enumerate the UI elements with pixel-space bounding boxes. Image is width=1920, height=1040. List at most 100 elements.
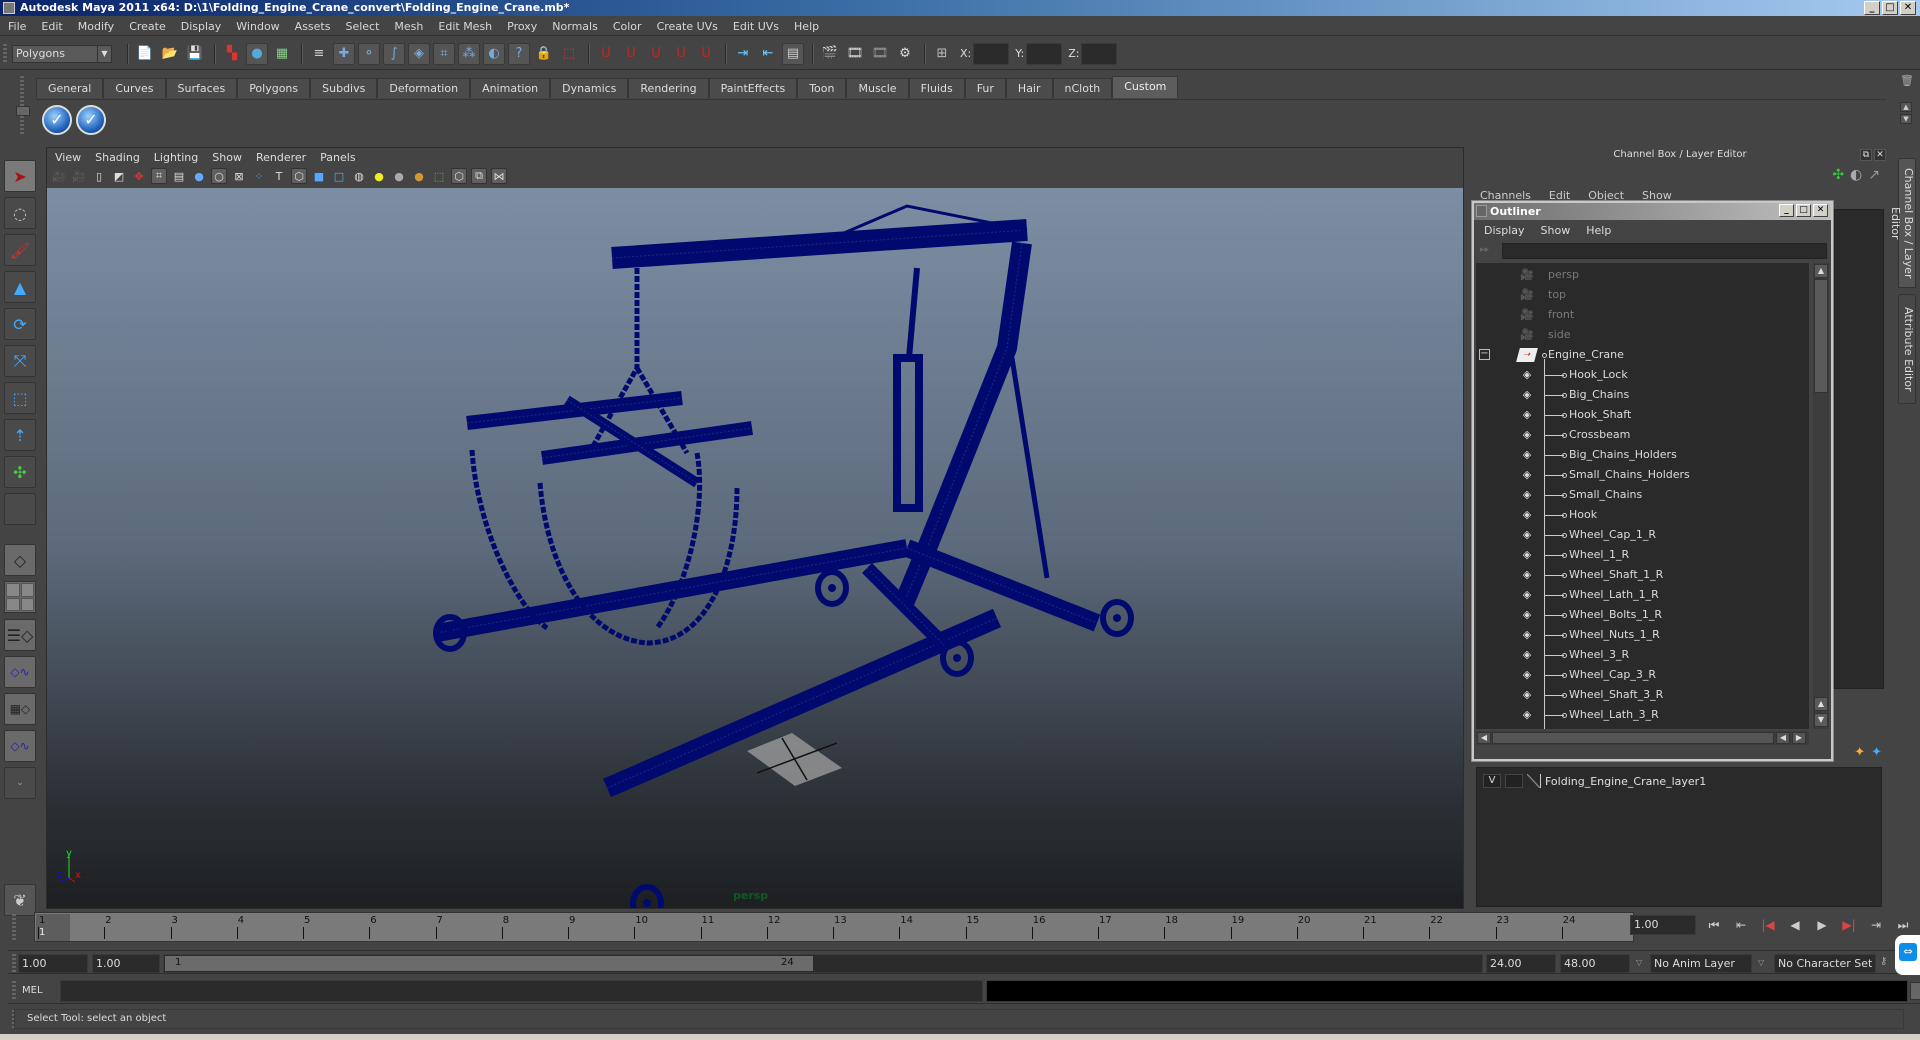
outliner-item-camera[interactable]: 🎥 persp — [1476, 265, 1806, 285]
viewport-menu-panels[interactable]: Panels — [320, 151, 355, 164]
shelf-tab-rendering[interactable]: Rendering — [628, 78, 709, 98]
viewport-menu-shading[interactable]: Shading — [95, 151, 140, 164]
layout-menu-icon[interactable]: ⌄ — [4, 767, 36, 799]
show-manipulator-tool-icon[interactable]: ✣ — [4, 456, 36, 488]
time-slider-grip[interactable] — [12, 914, 16, 942]
close-button[interactable]: ✕ — [1900, 1, 1916, 15]
outliner-close-button[interactable]: ✕ — [1813, 204, 1828, 217]
outliner-item-mesh[interactable]: ◈ Wheel_3_R — [1476, 645, 1806, 665]
key-icon[interactable]: ⚷ — [1880, 956, 1887, 967]
outliner-item-mesh[interactable]: ◈ Big_Chains_Holders — [1476, 445, 1806, 465]
select-by-hierarchy-icon[interactable]: ▚ — [221, 43, 243, 65]
scroll-down-icon[interactable]: ▼ — [1900, 114, 1912, 124]
lasso-tool-icon[interactable]: ◌ — [4, 197, 36, 229]
menu-proxy[interactable]: Proxy — [507, 20, 537, 33]
camera-attributes-icon[interactable]: 🎥 — [71, 168, 87, 184]
check-icon[interactable]: ✓ — [42, 104, 72, 135]
menu-normals[interactable]: Normals — [552, 20, 598, 33]
range-grip[interactable] — [12, 954, 16, 972]
bookmark-icon[interactable]: ▯ — [91, 168, 107, 184]
outliner-item-mesh[interactable]: ◈ Wheel_Lath_1_R — [1476, 585, 1806, 605]
playback-end-field[interactable]: 24.00 — [1486, 954, 1556, 973]
chevron-down-icon[interactable]: ▽ — [1758, 958, 1764, 967]
shelf-tab-dynamics[interactable]: Dynamics — [550, 78, 629, 98]
outliner-item-mesh[interactable]: ◈ Wheel_Shaft_1_R — [1476, 565, 1806, 585]
step-forward-key-icon[interactable]: ▶| — [1839, 915, 1859, 935]
x-input[interactable] — [973, 42, 1010, 65]
safe-title-icon[interactable]: T — [271, 168, 287, 184]
z-input[interactable] — [1081, 42, 1118, 65]
maximize-button[interactable]: □ — [1882, 1, 1898, 15]
status-line-grip[interactable] — [3, 44, 7, 64]
shelf-tab-fur[interactable]: Fur — [964, 78, 1006, 98]
select-surfaces-icon[interactable]: ◈ — [408, 42, 430, 65]
persp-graph-layout-icon[interactable]: ◇∿ — [4, 656, 36, 688]
four-view-layout-icon[interactable] — [4, 581, 36, 613]
construction-history-icon[interactable]: ▤ — [782, 42, 804, 65]
layer-row[interactable]: V Folding_Engine_Crane_layer1 — [1483, 774, 1706, 788]
shelf-tab-ncloth[interactable]: nCloth — [1052, 78, 1113, 98]
select-handles-icon[interactable]: ✚ — [333, 42, 355, 65]
select-tool-icon[interactable]: ➤ — [4, 160, 36, 192]
safe-action-icon[interactable]: ⁘ — [251, 168, 267, 184]
paint-select-tool-icon[interactable]: 🖌 — [4, 234, 36, 266]
outliner-item-mesh[interactable]: ◈ Wheel_1_R — [1476, 545, 1806, 565]
isolate-select-icon[interactable]: ⬚ — [431, 168, 447, 184]
range-slider-thumb[interactable]: 1 24 — [165, 956, 813, 971]
outliner-filter-input[interactable] — [1502, 243, 1827, 259]
outliner-item-mesh[interactable]: ◈ Wheel_Bolts_1_R — [1476, 605, 1806, 625]
last-used-tool-icon[interactable] — [4, 493, 36, 525]
xray-icon[interactable]: ⬡ — [451, 168, 467, 184]
filter-toggle-icon[interactable]: ▸▸ — [1480, 245, 1494, 257]
outliner-item-mesh[interactable]: ◈ Wheel_Cap_3_R — [1476, 665, 1806, 685]
menu-mesh[interactable]: Mesh — [394, 20, 423, 33]
mask-filter-icon[interactable]: ≡ — [308, 43, 330, 65]
close-panel-icon[interactable]: ✕ — [1874, 149, 1886, 161]
field-chart-icon[interactable]: ⊠ — [231, 168, 247, 184]
current-time-field[interactable]: 1.00 — [1630, 915, 1696, 935]
character-set-dropdown[interactable]: No Character Set — [1774, 954, 1876, 973]
outliner-maximize-button[interactable]: □ — [1796, 204, 1811, 217]
step-back-key-icon[interactable]: |◀ — [1758, 915, 1778, 935]
outliner-item-group[interactable]: − ➝ Engine_Crane — [1476, 345, 1806, 365]
render-settings-icon[interactable]: ⚙ — [894, 43, 916, 65]
menu-modify[interactable]: Modify — [78, 20, 114, 33]
render-current-frame-icon[interactable]: 🎞 — [844, 43, 866, 65]
play-forwards-icon[interactable]: ▶ — [1812, 915, 1832, 935]
outliner-vertical-scrollbar[interactable]: ▲ ▲ ▼ — [1813, 263, 1829, 729]
shelf-tab-hair[interactable]: Hair — [1005, 78, 1053, 98]
engine-crane-wireframe-model[interactable] — [47, 188, 1463, 908]
outliner-menu-show[interactable]: Show — [1541, 224, 1571, 237]
tool-settings-icon[interactable]: ↗ — [1868, 167, 1880, 183]
check-icon[interactable]: ✓ — [76, 104, 106, 135]
layer-visibility-toggle[interactable]: V — [1483, 774, 1501, 788]
remote-control-widget[interactable]: ⇔ — [1895, 935, 1920, 975]
menu-display[interactable]: Display — [181, 20, 222, 33]
shelf-tab-subdivs[interactable]: Subdivs — [310, 78, 378, 98]
select-by-component-icon[interactable]: ▦ — [271, 43, 293, 65]
play-backwards-icon[interactable]: ◀ — [1785, 915, 1805, 935]
tab-channel-box-layer-editor[interactable]: Channel Box / Layer Editor — [1889, 158, 1916, 288]
open-scene-icon[interactable]: 📂 — [159, 43, 181, 65]
shelf-tab-muscle[interactable]: Muscle — [846, 78, 909, 98]
viewport-menu-renderer[interactable]: Renderer — [256, 151, 306, 164]
teamviewer-icon[interactable]: ⇔ — [1899, 943, 1917, 961]
rotate-tool-icon[interactable]: ⟳ — [4, 308, 36, 340]
outliner-item-camera[interactable]: 🎥 top — [1476, 285, 1806, 305]
scale-tool-icon[interactable]: ⤧ — [4, 345, 36, 377]
chevron-down-icon[interactable]: ▽ — [1636, 958, 1642, 967]
shelf-tab-surfaces[interactable]: Surfaces — [165, 78, 238, 98]
select-by-object-icon[interactable]: ● — [246, 42, 268, 65]
menu-edit-mesh[interactable]: Edit Mesh — [438, 20, 492, 33]
menu-create[interactable]: Create — [129, 20, 166, 33]
image-plane-icon[interactable]: ◩ — [111, 168, 127, 184]
select-camera-icon[interactable]: 🎥 — [51, 168, 67, 184]
outliner-item-camera[interactable]: 🎥 front — [1476, 305, 1806, 325]
time-slider-ruler[interactable]: 1 1 2 3 4 5 6 7 8 9 10 11 12 13 14 15 16 17 18 19 20 21 22 23 2… — [34, 912, 1634, 942]
snap-to-grid-icon[interactable]: U — [595, 43, 617, 65]
outliner-title-bar[interactable]: Outliner _ □ ✕ — [1474, 203, 1831, 220]
shelf-tab-deformation[interactable]: Deformation — [377, 78, 471, 98]
select-rendering-icon[interactable]: ◐ — [483, 42, 505, 65]
y-input[interactable] — [1026, 42, 1063, 65]
grid-icon[interactable]: ⌗ — [151, 168, 167, 184]
